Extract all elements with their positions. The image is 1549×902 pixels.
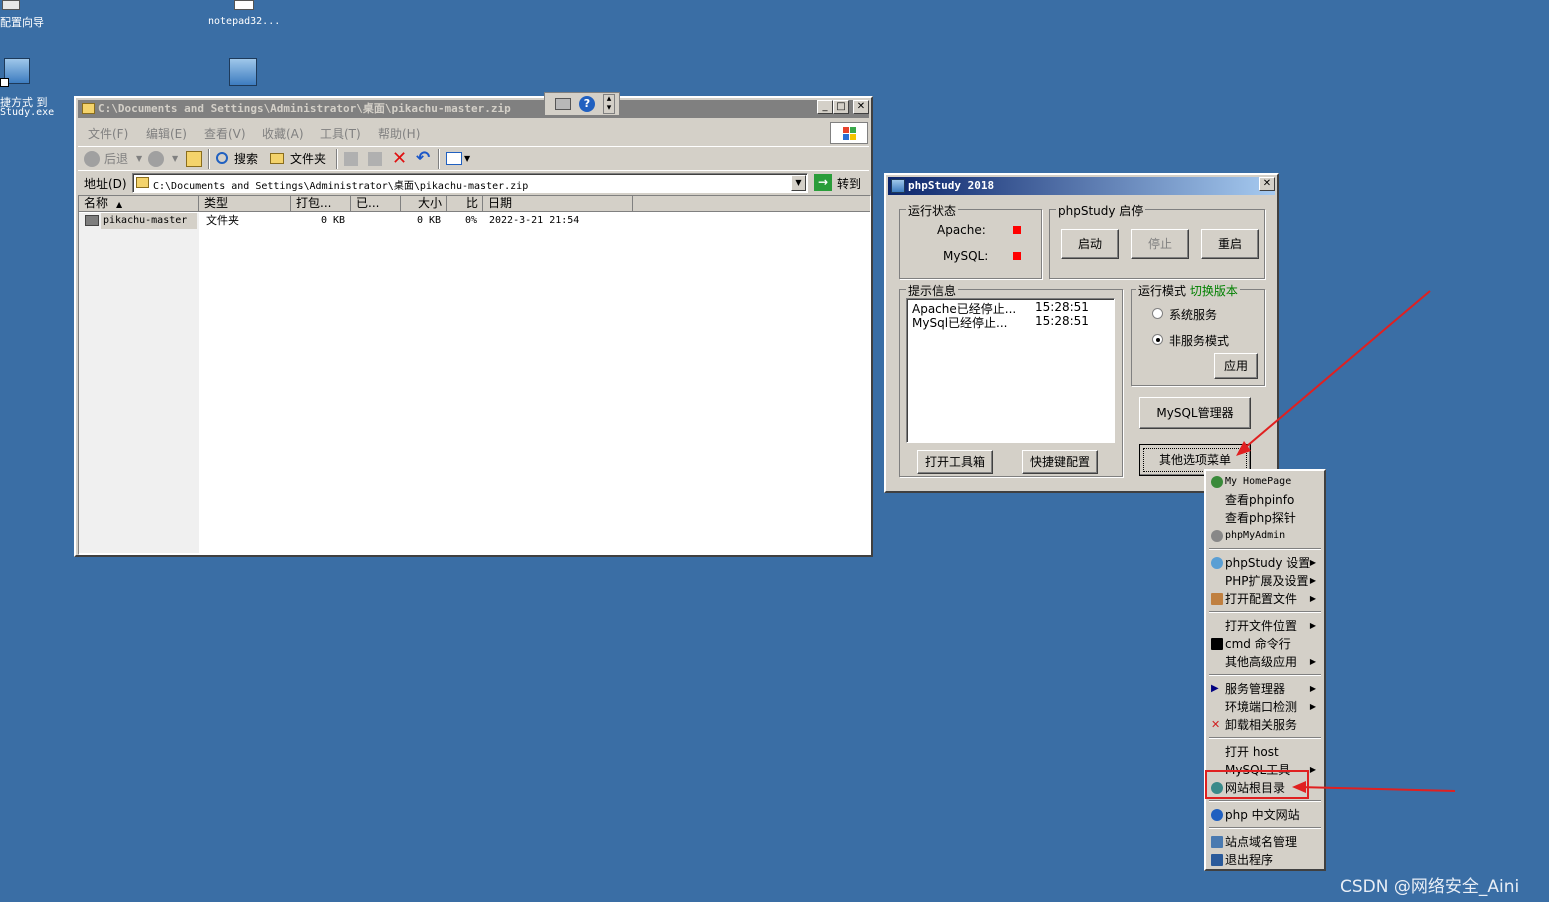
- arrowhead: [1292, 781, 1306, 793]
- annotation-arrows: [1236, 290, 1456, 793]
- annotation-arrow-to-web-root: [1297, 786, 1456, 792]
- arrowhead: [1236, 441, 1251, 456]
- annotation-arrow-to-menu-button: [1239, 290, 1431, 453]
- watermark: CSDN @网络安全_Aini: [1340, 877, 1520, 897]
